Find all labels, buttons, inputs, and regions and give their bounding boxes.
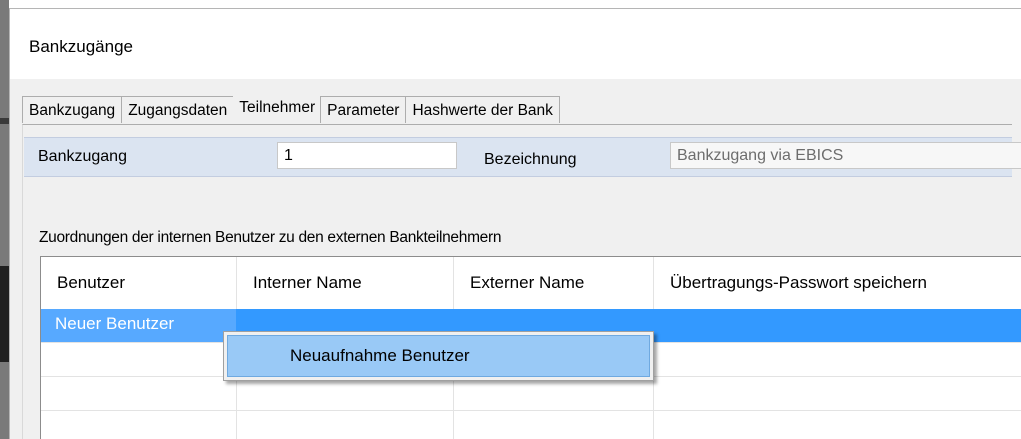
background-window-detail xyxy=(0,266,9,362)
background-window-detail xyxy=(0,118,9,124)
cell-passwort-speichern[interactable] xyxy=(654,411,1021,439)
window-title: Bankzugänge xyxy=(29,37,133,56)
cell-interner-name[interactable] xyxy=(237,411,454,439)
column-header-interner-name[interactable]: Interner Name xyxy=(237,257,454,309)
cell-benutzer[interactable] xyxy=(41,411,237,439)
bankzugang-field[interactable]: 1 xyxy=(277,142,457,169)
tab-teilnehmer[interactable]: Teilnehmer xyxy=(233,94,322,123)
bezeichnung-label: Bezeichnung xyxy=(484,151,577,168)
title-area xyxy=(10,9,1021,79)
grid-header: Benutzer Interner Name Externer Name Übe… xyxy=(41,257,1021,309)
tab-bankzugang[interactable]: Bankzugang xyxy=(22,96,123,123)
section-label: Zuordnungen der internen Benutzer zu den… xyxy=(39,229,502,246)
tab-strip: Bankzugang Zugangsdaten Teilnehmer Param… xyxy=(22,94,560,124)
cell-passwort-speichern[interactable] xyxy=(654,377,1021,411)
menu-item-neuaufnahme-benutzer[interactable]: Neuaufnahme Benutzer xyxy=(227,335,650,377)
context-menu: Neuaufnahme Benutzer xyxy=(223,331,654,381)
column-header-benutzer[interactable]: Benutzer xyxy=(41,257,237,309)
cell-externer-name[interactable] xyxy=(454,377,654,411)
background-window-edge xyxy=(0,0,9,439)
cell-benutzer[interactable] xyxy=(41,343,237,377)
cell-benutzer[interactable]: Neuer Benutzer xyxy=(41,309,237,343)
column-header-externer-name[interactable]: Externer Name xyxy=(454,257,654,309)
cell-externer-name[interactable] xyxy=(454,411,654,439)
cell-interner-name[interactable] xyxy=(237,377,454,411)
tab-zugangsdaten[interactable]: Zugangsdaten xyxy=(121,96,235,123)
column-header-passwort-speichern[interactable]: Übertragungs-Passwort speichern xyxy=(654,257,1021,309)
tab-parameter[interactable]: Parameter xyxy=(320,96,407,123)
cell-passwort-speichern[interactable] xyxy=(654,343,1021,377)
table-row[interactable] xyxy=(41,377,1021,411)
bezeichnung-field[interactable]: Bankzugang via EBICS xyxy=(670,142,1021,169)
tab-hashwerte-der-bank[interactable]: Hashwerte der Bank xyxy=(405,96,560,123)
cell-benutzer[interactable] xyxy=(41,377,237,411)
bankzugang-label: Bankzugang xyxy=(38,148,127,165)
cell-passwort-speichern[interactable] xyxy=(654,309,1021,343)
table-row[interactable] xyxy=(41,411,1021,439)
